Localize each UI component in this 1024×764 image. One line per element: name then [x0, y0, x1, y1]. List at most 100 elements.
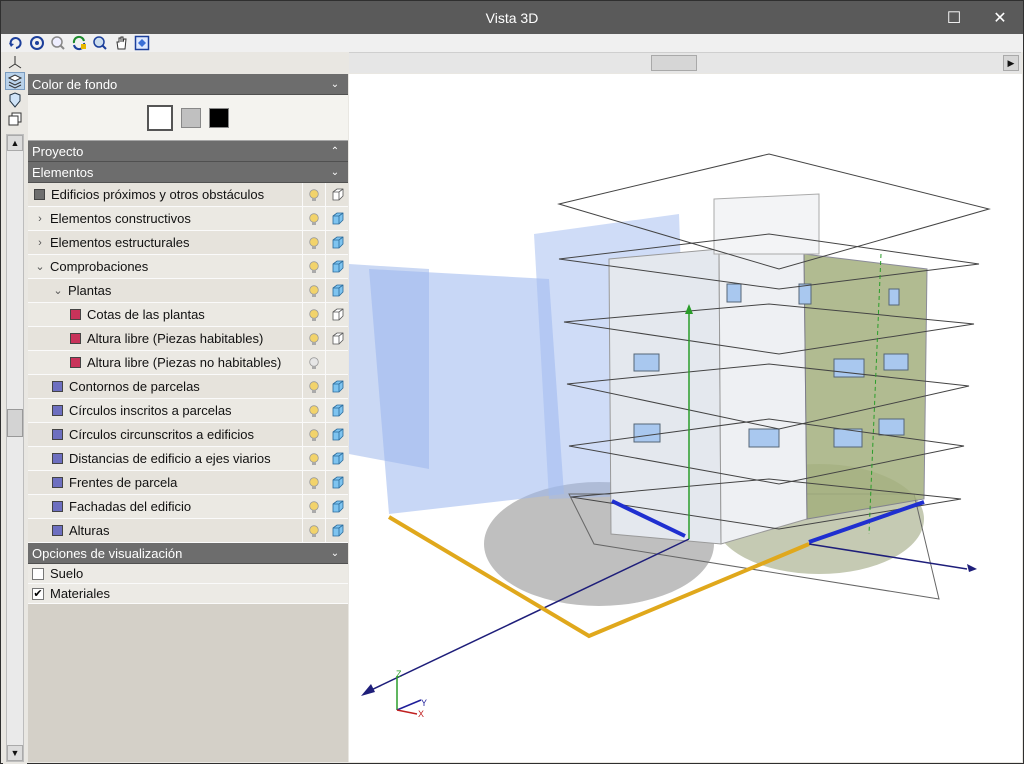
color-swatch[interactable]	[52, 453, 63, 464]
hand-icon[interactable]	[112, 35, 130, 51]
horizontal-scroll-thumb[interactable]	[651, 55, 697, 71]
element-row[interactable]: Círculos circunscritos a edificios	[28, 422, 348, 447]
background-color-header[interactable]: Color de fondo ⌄	[28, 74, 348, 95]
visibility-toggle[interactable]	[302, 350, 325, 375]
axes-icon[interactable]	[5, 53, 25, 71]
element-row[interactable]: Círculos inscritos a parcelas	[28, 398, 348, 423]
color-swatch[interactable]	[52, 405, 63, 416]
element-row[interactable]: ⌄ Comprobaciones	[28, 254, 348, 279]
element-row[interactable]: › Elementos constructivos	[28, 206, 348, 231]
element-row[interactable]: Cotas de las plantas	[28, 302, 348, 327]
render-mode-toggle[interactable]	[325, 302, 348, 327]
render-mode-toggle[interactable]	[325, 470, 348, 495]
layers-icon[interactable]	[5, 72, 25, 90]
project-header[interactable]: Proyecto ⌃	[28, 141, 348, 162]
visibility-toggle[interactable]	[302, 374, 325, 399]
collapse-icon[interactable]: ⌄	[328, 79, 342, 90]
pan-target-icon[interactable]	[28, 35, 46, 51]
render-mode-toggle[interactable]	[325, 206, 348, 231]
render-mode-toggle[interactable]	[325, 230, 348, 255]
render-mode-toggle[interactable]	[325, 518, 348, 543]
background-swatch[interactable]	[147, 104, 173, 131]
render-mode-toggle[interactable]	[325, 422, 348, 447]
expand-icon[interactable]: ⌃	[328, 146, 342, 157]
color-swatch[interactable]	[70, 357, 81, 368]
color-swatch[interactable]	[52, 477, 63, 488]
fit-view-icon[interactable]	[133, 35, 151, 51]
color-swatch[interactable]	[34, 189, 45, 200]
visibility-toggle[interactable]	[302, 278, 325, 303]
maximize-button[interactable]: ☐	[931, 1, 977, 34]
display-option[interactable]: Suelo	[28, 564, 348, 584]
element-row[interactable]: Altura libre (Piezas habitables)	[28, 326, 348, 351]
visibility-toggle[interactable]	[302, 494, 325, 519]
checkbox[interactable]: ✔	[32, 587, 44, 600]
rotate-icon[interactable]	[7, 35, 25, 51]
render-mode-toggle[interactable]	[325, 374, 348, 399]
color-swatch[interactable]	[52, 525, 63, 536]
visibility-toggle[interactable]	[302, 206, 325, 231]
elements-header[interactable]: Elementos ⌄	[28, 162, 348, 183]
visibility-toggle[interactable]	[302, 446, 325, 471]
render-mode-toggle[interactable]	[325, 350, 348, 375]
scroll-right-arrow[interactable]: ▶	[1003, 55, 1019, 71]
visibility-toggle[interactable]	[302, 422, 325, 447]
window	[726, 283, 742, 303]
render-mode-toggle[interactable]	[325, 326, 348, 351]
display-options-header[interactable]: Opciones de visualización ⌄	[28, 543, 348, 564]
visibility-toggle[interactable]	[302, 254, 325, 279]
collapse-icon[interactable]: ⌄	[328, 548, 342, 559]
color-swatch[interactable]	[52, 429, 63, 440]
checkbox[interactable]	[32, 567, 44, 580]
render-mode-toggle[interactable]	[325, 182, 348, 207]
collapse-arrow-icon[interactable]: ⌄	[34, 260, 46, 273]
element-row[interactable]: Distancias de edificio a ejes viarios	[28, 446, 348, 471]
collapse-icon[interactable]: ⌄	[328, 167, 342, 178]
visibility-toggle[interactable]	[302, 182, 325, 207]
element-row[interactable]: ⌄ Plantas	[28, 278, 348, 303]
vertical-scroll-thumb[interactable]	[7, 409, 23, 437]
element-row[interactable]: Altura libre (Piezas no habitables)	[28, 350, 348, 375]
cube-copy-icon[interactable]	[5, 110, 25, 128]
expand-arrow-icon[interactable]: ›	[34, 237, 46, 249]
close-button[interactable]: ✕	[977, 1, 1023, 34]
refresh-icon[interactable]	[70, 35, 88, 51]
horizontal-scrollbar[interactable]: ▶	[349, 52, 1021, 73]
color-swatch[interactable]	[52, 501, 63, 512]
3d-viewport[interactable]: Z Y X	[349, 74, 1022, 762]
minimize-button[interactable]	[885, 1, 931, 34]
element-row[interactable]: Contornos de parcelas	[28, 374, 348, 399]
expand-arrow-icon[interactable]: ›	[34, 213, 46, 225]
render-mode-toggle[interactable]	[325, 446, 348, 471]
visibility-toggle[interactable]	[302, 470, 325, 495]
visibility-toggle[interactable]	[302, 518, 325, 543]
element-row[interactable]: Edificios próximos y otros obstáculos	[28, 182, 348, 207]
render-mode-toggle[interactable]	[325, 278, 348, 303]
visibility-toggle[interactable]	[302, 302, 325, 327]
3d-scene[interactable]: Z Y X	[349, 74, 1022, 762]
scroll-up-arrow[interactable]: ▲	[7, 135, 23, 151]
color-swatch[interactable]	[52, 381, 63, 392]
element-row[interactable]: Alturas	[28, 518, 348, 543]
vertical-scrollbar[interactable]: ▲ ▼	[6, 134, 24, 762]
display-option[interactable]: ✔ Materiales	[28, 584, 348, 604]
scroll-down-arrow[interactable]: ▼	[7, 745, 23, 761]
background-swatch[interactable]	[181, 107, 201, 128]
render-mode-toggle[interactable]	[325, 254, 348, 279]
element-row[interactable]: › Elementos estructurales	[28, 230, 348, 255]
visibility-toggle[interactable]	[302, 398, 325, 423]
render-mode-toggle[interactable]	[325, 494, 348, 519]
render-mode-toggle[interactable]	[325, 398, 348, 423]
zoom-window-icon[interactable]	[49, 35, 67, 51]
visibility-toggle[interactable]	[302, 326, 325, 351]
color-swatch[interactable]	[70, 333, 81, 344]
collapse-arrow-icon[interactable]: ⌄	[52, 284, 64, 297]
shield-icon[interactable]	[5, 91, 25, 109]
visibility-toggle[interactable]	[302, 230, 325, 255]
background-swatch[interactable]	[209, 107, 229, 128]
element-label: Edificios próximos y otros obstáculos	[51, 187, 265, 202]
element-row[interactable]: Fachadas del edificio	[28, 494, 348, 519]
element-row[interactable]: Frentes de parcela	[28, 470, 348, 495]
zoom-icon[interactable]	[91, 35, 109, 51]
color-swatch[interactable]	[70, 309, 81, 320]
